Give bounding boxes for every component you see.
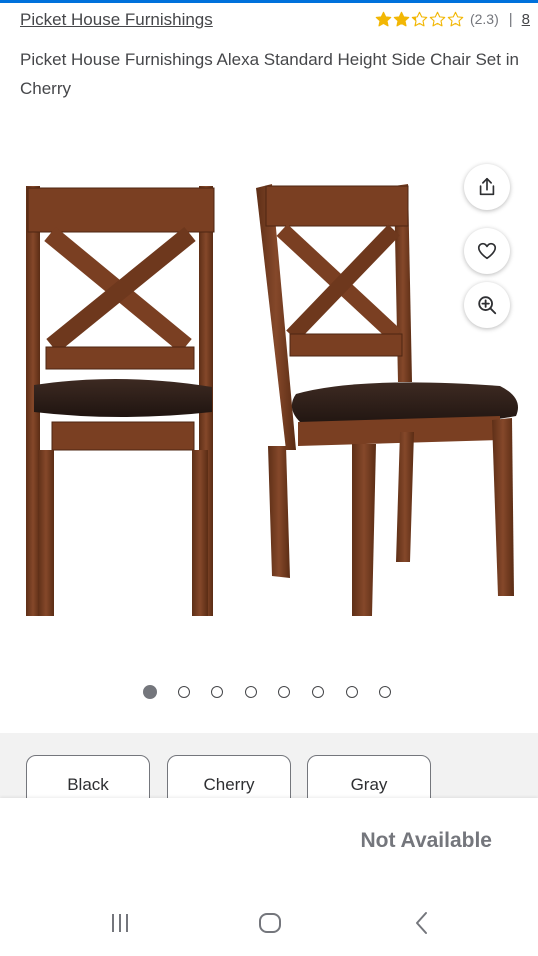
- color-variant-selector: Black Cherry Gray: [0, 733, 538, 803]
- variant-option-cherry[interactable]: Cherry: [167, 755, 291, 803]
- availability-status: Not Available: [360, 829, 492, 852]
- rating-separator: |: [508, 10, 513, 28]
- pagination-dot[interactable]: [278, 686, 291, 698]
- back-button[interactable]: [402, 908, 442, 938]
- product-header: Picket House Furnishings (2.3) | 8: [20, 8, 530, 32]
- brand-link[interactable]: Picket House Furnishings: [20, 10, 213, 30]
- rating-value: (2.3): [469, 11, 499, 27]
- rating-stars: [375, 11, 464, 28]
- pagination-dot[interactable]: [345, 686, 358, 698]
- recent-apps-button[interactable]: [100, 908, 140, 938]
- variant-option-gray[interactable]: Gray: [307, 755, 431, 803]
- variant-option-black[interactable]: Black: [26, 755, 150, 803]
- system-navigation-bar: [0, 890, 538, 956]
- heart-icon: [477, 242, 497, 260]
- recent-apps-icon: [112, 914, 128, 932]
- pagination-dot[interactable]: [244, 686, 257, 698]
- top-accent-bar: [0, 0, 538, 3]
- product-image: [26, 184, 518, 616]
- front-chair: [26, 186, 215, 616]
- pagination-dot[interactable]: [177, 686, 190, 698]
- star-icon: [447, 11, 464, 26]
- add-to-cart-bar: Not Available: [0, 798, 538, 890]
- share-icon: [479, 177, 495, 196]
- back-icon: [416, 912, 427, 934]
- star-icon: [429, 11, 446, 26]
- product-title: Picket House Furnishings Alexa Standard …: [20, 50, 519, 98]
- rating-summary[interactable]: (2.3) | 8: [375, 8, 530, 30]
- home-icon: [259, 913, 281, 933]
- zoom-button[interactable]: [464, 282, 510, 328]
- pagination-dot[interactable]: [379, 686, 392, 698]
- product-image-gallery[interactable]: [0, 150, 538, 670]
- zoom-in-icon: [478, 296, 497, 315]
- home-button[interactable]: [250, 908, 290, 938]
- star-icon: [411, 11, 428, 26]
- star-icon: [393, 11, 410, 26]
- star-icon: [375, 11, 392, 26]
- favorite-button[interactable]: [464, 228, 510, 274]
- review-count-link[interactable]: 8: [522, 11, 530, 28]
- share-button[interactable]: [464, 164, 510, 210]
- pagination-dot[interactable]: [312, 686, 324, 698]
- pagination-dot[interactable]: [211, 686, 224, 698]
- image-pagination: [0, 685, 538, 701]
- pagination-dot-active[interactable]: [143, 685, 157, 699]
